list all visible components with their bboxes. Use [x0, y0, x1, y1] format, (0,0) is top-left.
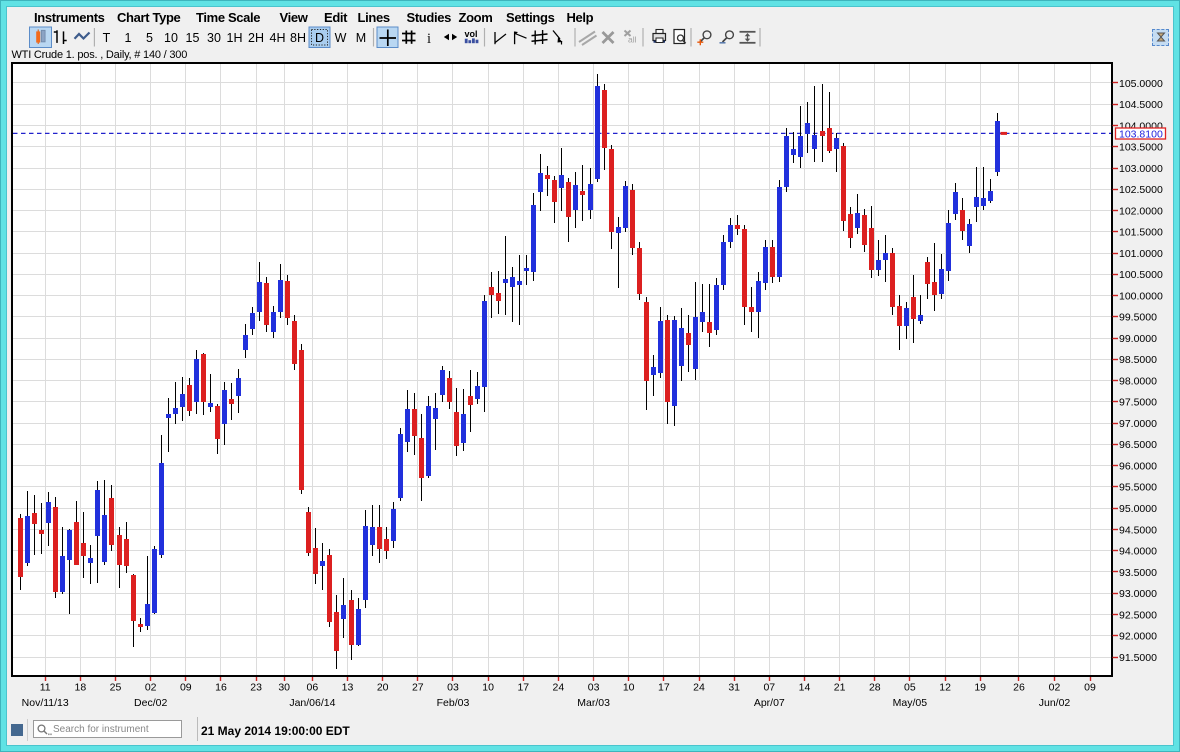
svg-text:03: 03 — [447, 682, 459, 694]
svg-text:24: 24 — [553, 682, 565, 694]
svg-text:103.8100: 103.8100 — [1119, 128, 1163, 140]
svg-text:vol: vol — [465, 29, 478, 39]
svg-text:Jan/06/14: Jan/06/14 — [289, 697, 335, 709]
svg-text:all: all — [628, 35, 637, 45]
svg-text:98.5000: 98.5000 — [1119, 354, 1157, 366]
svg-text:95.5000: 95.5000 — [1119, 482, 1157, 494]
svg-text:30: 30 — [278, 682, 290, 694]
svg-text:02: 02 — [1049, 682, 1061, 694]
svg-text:100.0000: 100.0000 — [1119, 290, 1163, 302]
svg-text:96.0000: 96.0000 — [1119, 461, 1157, 473]
svg-text:18: 18 — [75, 682, 87, 694]
svg-text:31: 31 — [728, 682, 740, 694]
svg-text:28: 28 — [869, 682, 881, 694]
svg-text:103.5000: 103.5000 — [1119, 142, 1163, 154]
svg-text:101.0000: 101.0000 — [1119, 248, 1163, 260]
svg-text:97.5000: 97.5000 — [1119, 397, 1157, 409]
svg-text:96.5000: 96.5000 — [1119, 439, 1157, 451]
svg-text:105.0000: 105.0000 — [1119, 78, 1163, 90]
svg-text:21: 21 — [834, 682, 846, 694]
svg-text:26: 26 — [1013, 682, 1025, 694]
svg-text:93.0000: 93.0000 — [1119, 588, 1157, 600]
svg-text:03: 03 — [588, 682, 600, 694]
svg-text:19: 19 — [974, 682, 986, 694]
svg-text:10: 10 — [623, 682, 635, 694]
svg-text:94.5000: 94.5000 — [1119, 524, 1157, 536]
svg-text:94.0000: 94.0000 — [1119, 546, 1157, 558]
svg-text:09: 09 — [1084, 682, 1096, 694]
svg-text:07: 07 — [763, 682, 775, 694]
svg-text:17: 17 — [658, 682, 670, 694]
svg-text:11: 11 — [40, 682, 51, 694]
svg-text:Feb/03: Feb/03 — [437, 697, 470, 709]
svg-text:27: 27 — [412, 682, 424, 694]
svg-text:92.5000: 92.5000 — [1119, 609, 1157, 621]
svg-text:103.0000: 103.0000 — [1119, 163, 1163, 175]
svg-text:104.5000: 104.5000 — [1119, 99, 1163, 111]
svg-text:Mar/03: Mar/03 — [577, 697, 610, 709]
svg-text:May/05: May/05 — [893, 697, 928, 709]
svg-text:99.0000: 99.0000 — [1119, 333, 1157, 345]
svg-text:05: 05 — [904, 682, 916, 694]
svg-text:25: 25 — [110, 682, 122, 694]
svg-text:12: 12 — [939, 682, 951, 694]
svg-text:100.5000: 100.5000 — [1119, 269, 1163, 281]
svg-text:14: 14 — [799, 682, 811, 694]
svg-text:97.0000: 97.0000 — [1119, 418, 1157, 430]
svg-text:17: 17 — [517, 682, 529, 694]
svg-text:102.0000: 102.0000 — [1119, 205, 1163, 217]
svg-text:24: 24 — [693, 682, 705, 694]
svg-text:20: 20 — [377, 682, 389, 694]
svg-text:102.5000: 102.5000 — [1119, 184, 1163, 196]
svg-text:02: 02 — [145, 682, 157, 694]
svg-text:98.0000: 98.0000 — [1119, 375, 1157, 387]
svg-text:13: 13 — [342, 682, 354, 694]
svg-text:23: 23 — [250, 682, 262, 694]
svg-text:Dec/02: Dec/02 — [134, 697, 167, 709]
svg-text:101.5000: 101.5000 — [1119, 227, 1163, 239]
svg-text:06: 06 — [307, 682, 319, 694]
svg-text:91.5000: 91.5000 — [1119, 652, 1157, 664]
svg-text:95.0000: 95.0000 — [1119, 503, 1157, 515]
svg-text:09: 09 — [180, 682, 192, 694]
svg-text:Apr/07: Apr/07 — [754, 697, 785, 709]
svg-text:93.5000: 93.5000 — [1119, 567, 1157, 579]
svg-text:99.5000: 99.5000 — [1119, 312, 1157, 324]
svg-text:Jun/02: Jun/02 — [1039, 697, 1071, 709]
svg-text:Nov/11/13: Nov/11/13 — [22, 697, 69, 709]
svg-text:16: 16 — [215, 682, 227, 694]
svg-text:10: 10 — [482, 682, 494, 694]
svg-text:i: i — [427, 31, 431, 47]
svg-text:92.0000: 92.0000 — [1119, 631, 1157, 643]
